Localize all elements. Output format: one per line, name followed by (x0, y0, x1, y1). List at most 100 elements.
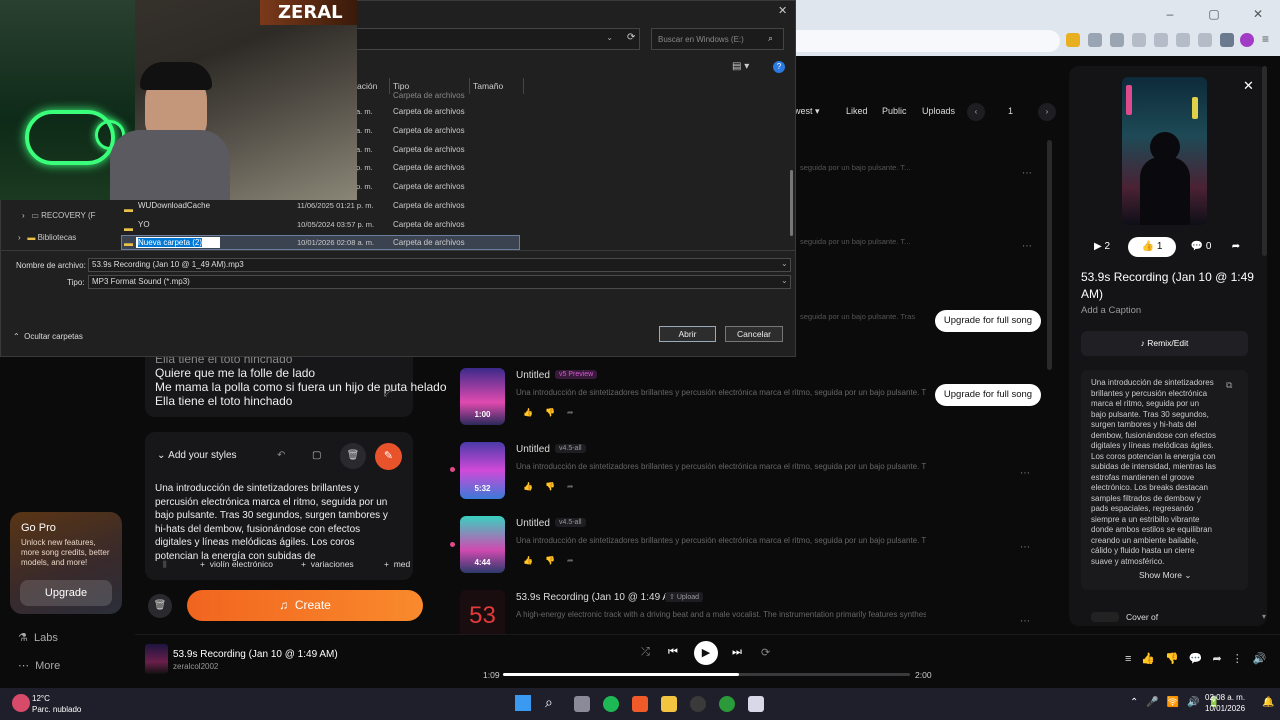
play-count[interactable]: ▶ 2 (1083, 237, 1121, 257)
wallet-icon[interactable] (1176, 33, 1190, 47)
more-icon[interactable]: ⋯ (1020, 468, 1030, 479)
track-row[interactable]: 4:44 Untitled v4.5-all Una introducción … (445, 516, 1045, 586)
file-row[interactable]: a. m. Carpeta de archivos (356, 126, 520, 144)
close-window-icon[interactable]: ✕ (1236, 0, 1280, 28)
shield-icon[interactable] (1220, 33, 1234, 47)
file-row[interactable]: a. m. Carpeta de archivos (356, 145, 520, 163)
dialog-close-icon[interactable]: ✕ (778, 4, 787, 17)
extension-icon[interactable] (1088, 33, 1102, 47)
file-row[interactable]: ▬ WUDownloadCache 11/06/2025 01:21 p. m.… (124, 201, 524, 217)
show-more-button[interactable]: Show More ⌄ (1139, 570, 1191, 581)
prev-page-icon[interactable]: ‹ (967, 103, 985, 121)
style-chip[interactable]: + violín electrónico (200, 559, 273, 573)
next-page-icon[interactable]: › (1038, 103, 1056, 121)
leo-icon[interactable] (1240, 33, 1254, 47)
help-icon[interactable]: ? (773, 61, 785, 73)
obs-icon[interactable] (690, 696, 706, 712)
undo-icon[interactable]: ↶ (277, 450, 285, 461)
copy-icon[interactable]: ⧉ (1226, 380, 1232, 391)
upgrade-full-song-button[interactable]: Upgrade for full song (935, 384, 1041, 406)
chips-scroll-icon[interactable]: ⫼ (163, 560, 167, 570)
like-button[interactable]: 👍 1 (1128, 237, 1176, 257)
favorites-icon[interactable] (1132, 33, 1146, 47)
more-icon[interactable]: ⋯ (1020, 542, 1030, 553)
track-title[interactable]: Untitled (516, 444, 550, 455)
track-title[interactable]: Untitled (516, 518, 550, 529)
tree-item-recovery[interactable]: › ▭ RECOVERY (F (22, 211, 96, 220)
style-chip[interactable]: + med (384, 559, 410, 573)
create-button[interactable]: ♫ Create (187, 590, 423, 621)
track-actions[interactable]: 👍👎➦ (523, 408, 586, 417)
extension-icon[interactable] (1110, 33, 1124, 47)
filename-input[interactable]: 53.9s Recording (Jan 10 @ 1_49 AM).mp3 (88, 258, 791, 272)
app-icon[interactable] (748, 696, 764, 712)
filetype-select[interactable]: MP3 Format Sound (*.mp3) (88, 275, 791, 289)
notification-icon[interactable]: 🔔 (1262, 697, 1274, 708)
column-date[interactable]: ación (357, 81, 377, 91)
menu-icon[interactable]: ≡ (1262, 32, 1269, 46)
style-chip[interactable]: + variaciones (301, 559, 354, 573)
refresh-icon[interactable]: ⟳ (627, 32, 635, 43)
brave-icon[interactable] (632, 696, 648, 712)
more-icon[interactable]: ⋯ (1022, 241, 1032, 252)
magic-wand-icon[interactable]: ✎ (375, 443, 402, 470)
file-row[interactable]: p. m. Carpeta de archivos (356, 182, 520, 200)
view-options-icon[interactable]: ▤ ▾ (732, 61, 749, 72)
track-row[interactable]: 5:32 Untitled v4.5-all Una introducción … (445, 442, 1045, 512)
share-icon[interactable]: ➦ (1226, 237, 1246, 257)
windows-start-icon[interactable] (515, 695, 531, 711)
repeat-icon[interactable]: ⟳ (761, 646, 770, 659)
track-cover[interactable]: 53 (460, 590, 505, 634)
save-icon[interactable]: ▢ (312, 450, 321, 461)
path-bar[interactable]: ⌄ (356, 28, 640, 50)
rename-field[interactable]: Nueva carpeta (2) (136, 237, 220, 248)
styles-textarea[interactable]: Una introducción de sintetizadores brill… (155, 482, 395, 563)
more-icon[interactable]: ⋯ (1022, 168, 1032, 179)
weather-widget[interactable]: 12°C Parc. nublado (32, 693, 81, 715)
upgrade-button[interactable]: Upgrade (20, 580, 112, 606)
spotify-icon[interactable] (603, 696, 619, 712)
sort-dropdown[interactable]: west ▾ (794, 106, 820, 117)
file-row[interactable]: p. m. Carpeta de archivos (356, 163, 520, 181)
now-playing-title[interactable]: 53.9s Recording (Jan 10 @ 1:49 AM) (173, 649, 338, 660)
task-view-icon[interactable] (574, 696, 590, 712)
upgrade-full-song-button[interactable]: Upgrade for full song (935, 310, 1041, 332)
tree-item-libraries[interactable]: › ▬ Bibliotecas (18, 233, 76, 242)
filter-liked[interactable]: Liked (846, 106, 868, 116)
play-icon[interactable]: ▶ (694, 641, 718, 665)
panel-scrollbar[interactable] (1262, 66, 1267, 256)
expand-icon[interactable]: ⤢ (384, 388, 392, 399)
more-icon[interactable]: ⋯ (1020, 616, 1030, 627)
maximize-icon[interactable]: ▢ (1192, 0, 1236, 28)
clock[interactable]: 02:08 a. m. 10/01/2026 (1205, 692, 1245, 714)
sidebar-item-labs[interactable]: ⚗ Labs (18, 631, 58, 644)
remix-edit-button[interactable]: ♪ Remix/Edit (1081, 331, 1248, 356)
cancel-button[interactable]: Cancelar (725, 326, 783, 342)
trash-icon[interactable]: 🗑 (340, 443, 366, 469)
close-icon[interactable]: ✕ (1243, 78, 1254, 94)
now-playing-user[interactable]: zeralcol2002 (173, 662, 218, 671)
screenshot-icon[interactable] (1198, 33, 1212, 47)
xbox-icon[interactable] (719, 696, 735, 712)
lyrics-text[interactable]: Ella tiene el toto hinchado Quiere que m… (155, 352, 447, 408)
column-type[interactable]: Tipo (393, 81, 409, 91)
search-input[interactable]: Buscar en Windows (E:) (651, 28, 784, 50)
player-actions[interactable]: ≡👍👎💬➦⋮🔊 (1125, 652, 1276, 665)
weather-icon[interactable] (12, 694, 30, 712)
track-title[interactable]: Untitled (516, 370, 550, 381)
styles-header[interactable]: ⌄ Add your styles (157, 450, 237, 461)
open-button[interactable]: Abrir (659, 326, 716, 342)
filter-public[interactable]: Public (882, 106, 907, 116)
file-explorer-icon[interactable] (661, 696, 677, 712)
list-scrollbar[interactable] (1047, 140, 1052, 370)
clear-button[interactable]: 🗑 (148, 594, 172, 618)
comment-button[interactable]: 💬 0 (1182, 237, 1220, 257)
caption-input[interactable]: Add a Caption (1081, 305, 1141, 316)
minimize-icon[interactable]: – (1148, 0, 1192, 28)
track-title[interactable]: 53.9s Recording (Jan 10 @ 1:49 AM) (516, 592, 681, 603)
chevron-down-icon[interactable]: ⌄ (606, 33, 613, 42)
sidebar-icon[interactable] (1154, 33, 1168, 47)
sidebar-item-more[interactable]: ⋯ More (18, 659, 60, 672)
song-title[interactable]: 53.9s Recording (Jan 10 @ 1:49 AM) (1081, 269, 1261, 303)
now-playing-cover[interactable] (145, 644, 168, 674)
